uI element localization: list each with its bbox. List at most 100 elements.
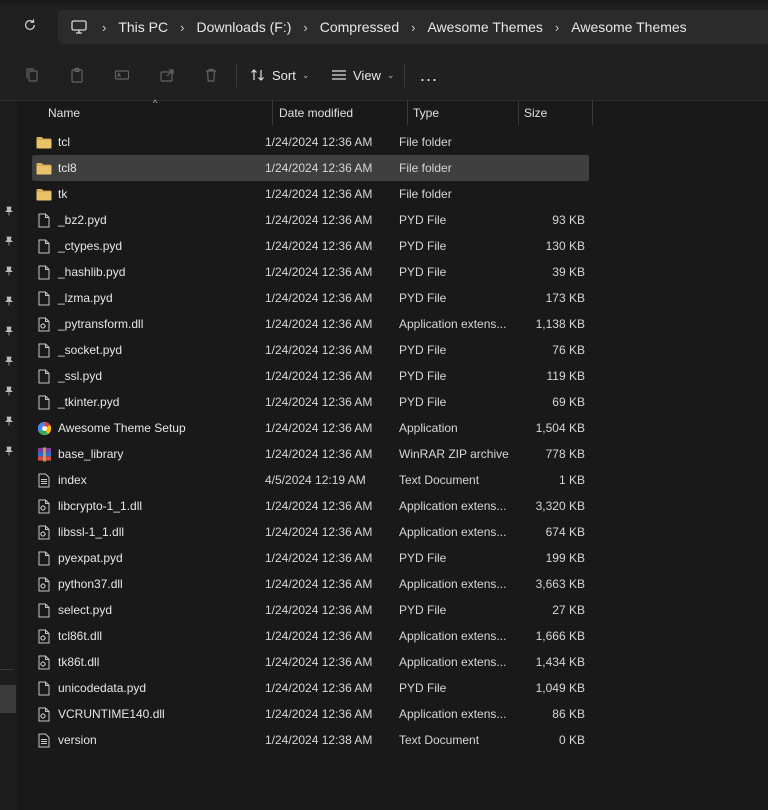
file-row[interactable]: select.pyd 1/24/2024 12:36 AM PYD File 27 K… [32,597,589,623]
file-row[interactable]: python37.dll 1/24/2024 12:36 AM Applicatio… [32,571,589,597]
file-name-cell[interactable]: base_library [36,441,123,467]
file-name-cell[interactable]: tcl86t.dll [36,623,102,649]
file-icon [36,680,52,696]
column-divider[interactable] [407,101,408,125]
pin-icon[interactable] [3,235,15,247]
column-divider[interactable] [518,101,519,125]
file-name-cell[interactable]: Awesome Theme Setup [36,415,186,441]
delete-button[interactable] [199,63,223,87]
column-divider[interactable] [592,101,593,125]
nav-separator [0,669,14,670]
file-row[interactable]: _hashlib.pyd 1/24/2024 12:36 AM PYD File 39… [32,259,589,285]
file-size: 3,320 KB [535,499,585,513]
file-name-cell[interactable]: version [36,727,97,753]
file-row[interactable]: Awesome Theme Setup 1/24/2024 12:36 AM App… [32,415,589,441]
refresh-button[interactable] [18,14,42,38]
share-button[interactable] [155,63,179,87]
column-name[interactable]: Name [48,101,272,125]
file-row[interactable]: _tkinter.pyd 1/24/2024 12:36 AM PYD File 69… [32,389,589,415]
pin-icon[interactable] [3,205,15,217]
app-icon [36,420,52,436]
sort-menu-button[interactable]: Sort ⌄ [250,64,309,86]
chevron-right-icon[interactable]: › [399,20,427,35]
paste-button[interactable] [65,63,89,87]
file-row[interactable]: index 4/5/2024 12:19 AM Text Document 1 KB [32,467,589,493]
navigation-pane[interactable] [0,101,18,810]
chevron-right-icon[interactable]: › [543,20,571,35]
file-name-cell[interactable]: index [36,467,87,493]
column-divider[interactable] [272,101,273,125]
dll-icon [36,316,52,332]
file-row[interactable]: tcl8 1/24/2024 12:36 AM File folder [32,155,589,181]
file-name-cell[interactable]: _bz2.pyd [36,207,107,233]
column-size[interactable]: Size [524,101,592,125]
file-name-cell[interactable]: _socket.pyd [36,337,122,363]
column-type[interactable]: Type [413,101,518,125]
file-row[interactable]: _ctypes.pyd 1/24/2024 12:36 AM PYD File 130… [32,233,589,259]
pin-icon[interactable] [3,385,15,397]
pin-icon[interactable] [3,415,15,427]
pin-icon[interactable] [3,325,15,337]
file-size: 173 KB [545,291,585,305]
file-row[interactable]: pyexpat.pyd 1/24/2024 12:36 AM PYD File 199… [32,545,589,571]
breadcrumb-compressed[interactable]: Compressed [320,19,399,35]
file-row[interactable]: base_library 1/24/2024 12:36 AM WinRAR ZIP… [32,441,589,467]
sort-label: Sort [272,67,296,83]
file-name-cell[interactable]: tcl8 [36,155,77,181]
file-row[interactable]: version 1/24/2024 12:38 AM Text Document 0 … [32,727,589,753]
file-name-cell[interactable]: libcrypto-1_1.dll [36,493,142,519]
file-type: Text Document [399,733,480,747]
file-row[interactable]: tk86t.dll 1/24/2024 12:36 AM Application e… [32,649,589,675]
file-row[interactable]: _socket.pyd 1/24/2024 12:36 AM PYD File 76 … [32,337,589,363]
more-options-button[interactable]: ... [418,64,440,86]
pin-icon[interactable] [3,445,15,457]
file-name-cell[interactable]: _ctypes.pyd [36,233,122,259]
file-name-cell[interactable]: VCRUNTIME140.dll [36,701,165,727]
nav-selected-item[interactable] [0,685,16,713]
file-row[interactable]: _pytransform.dll 1/24/2024 12:36 AM Applic… [32,311,589,337]
file-name-cell[interactable]: _pytransform.dll [36,311,143,337]
breadcrumb-this-pc[interactable]: This PC [118,19,168,35]
copy-button[interactable] [20,63,44,87]
file-row[interactable]: _bz2.pyd 1/24/2024 12:36 AM PYD File 93 KB [32,207,589,233]
file-name-cell[interactable]: python37.dll [36,571,123,597]
file-name-cell[interactable]: unicodedata.pyd [36,675,146,701]
file-name-cell[interactable]: _lzma.pyd [36,285,113,311]
file-row[interactable]: _ssl.pyd 1/24/2024 12:36 AM PYD File 119 KB [32,363,589,389]
rename-button[interactable] [110,63,134,87]
file-row[interactable]: libcrypto-1_1.dll 1/24/2024 12:36 AM Appli… [32,493,589,519]
chevron-right-icon[interactable]: › [291,20,319,35]
file-date: 1/24/2024 12:36 AM [265,395,373,409]
file-icon [36,368,52,384]
breadcrumb-awesome-themes-current[interactable]: Awesome Themes [571,19,686,35]
file-size: 1,666 KB [535,629,585,643]
view-menu-button[interactable]: View ⌄ [331,64,395,86]
file-size: 76 KB [552,343,585,357]
chevron-right-icon[interactable]: › [90,20,118,35]
breadcrumb-downloads[interactable]: Downloads (F:) [196,19,291,35]
column-date-modified[interactable]: Date modified [279,101,407,125]
file-row[interactable]: VCRUNTIME140.dll 1/24/2024 12:36 AM Applic… [32,701,589,727]
file-row[interactable]: tcl86t.dll 1/24/2024 12:36 AM Application … [32,623,589,649]
file-name-cell[interactable]: _hashlib.pyd [36,259,125,285]
address-field[interactable]: › This PC › Downloads (F:) › Compressed … [58,10,768,44]
breadcrumb-awesome-themes-parent[interactable]: Awesome Themes [427,19,542,35]
file-name-cell[interactable]: tcl [36,129,70,155]
file-name-cell[interactable]: tk86t.dll [36,649,99,675]
file-name-cell[interactable]: select.pyd [36,597,112,623]
file-type: Application extens... [399,317,507,331]
pin-icon[interactable] [3,295,15,307]
file-row[interactable]: tk 1/24/2024 12:36 AM File folder [32,181,589,207]
file-row[interactable]: unicodedata.pyd 1/24/2024 12:36 AM PYD Fil… [32,675,589,701]
file-row[interactable]: tcl 1/24/2024 12:36 AM File folder [32,129,589,155]
file-row[interactable]: _lzma.pyd 1/24/2024 12:36 AM PYD File 173 K… [32,285,589,311]
file-row[interactable]: libssl-1_1.dll 1/24/2024 12:36 AM Applicat… [32,519,589,545]
pin-icon[interactable] [3,265,15,277]
pin-icon[interactable] [3,355,15,367]
chevron-right-icon[interactable]: › [168,20,196,35]
file-name-cell[interactable]: _ssl.pyd [36,363,102,389]
file-name-cell[interactable]: libssl-1_1.dll [36,519,124,545]
file-name-cell[interactable]: _tkinter.pyd [36,389,119,415]
file-name-cell[interactable]: tk [36,181,67,207]
file-name-cell[interactable]: pyexpat.pyd [36,545,123,571]
